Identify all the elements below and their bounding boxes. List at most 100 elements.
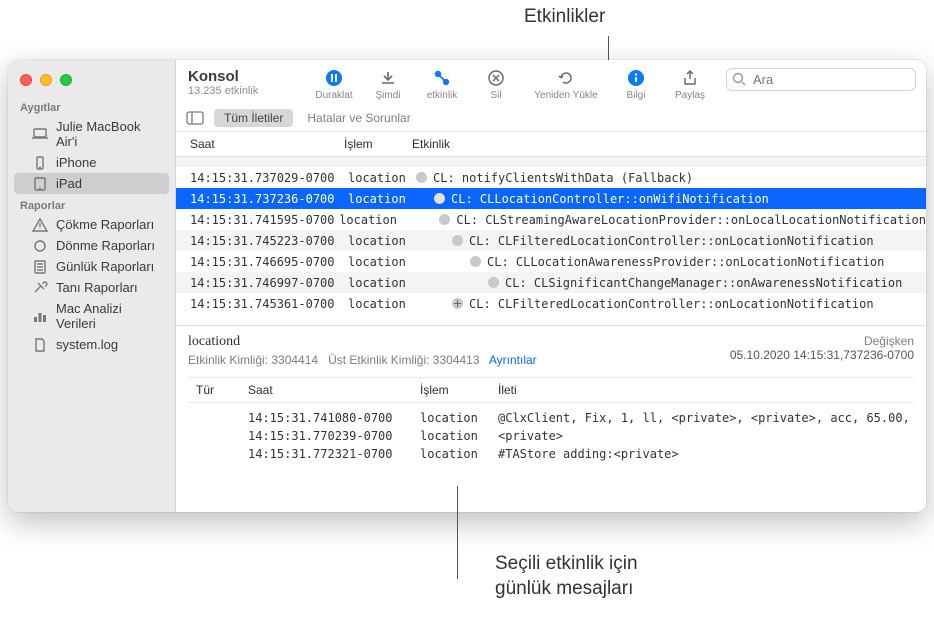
log-row[interactable]: 14:15:31.741595-0700locationCL: CLStream… xyxy=(176,209,926,230)
detail-right: Değişken 05.10.2020 14:15:31,737236-0700 xyxy=(730,334,914,362)
tools-icon xyxy=(32,281,48,295)
log-row-partial[interactable] xyxy=(176,314,926,325)
main-content: Konsol 13.235 etkinlik Duraklat Şimdi xyxy=(176,60,926,512)
activity-button[interactable]: etkinlik xyxy=(418,68,466,101)
log-row[interactable]: 14:15:31.745223-0700locationCL: CLFilter… xyxy=(176,230,926,251)
callout-activities: Etkinlikler xyxy=(524,6,605,28)
title-block: Konsol 13.235 etkinlik xyxy=(188,68,258,97)
col-message[interactable]: İleti xyxy=(498,383,914,397)
sidebar-item-label: Dönme Raporları xyxy=(56,238,155,253)
col-activity[interactable]: Etkinlik xyxy=(412,132,926,156)
expand-icon[interactable] xyxy=(452,298,463,309)
col-process[interactable]: İşlem xyxy=(344,132,412,156)
search-field[interactable] xyxy=(726,68,916,91)
sidebar-item-label: iPad xyxy=(56,176,82,191)
tablet-icon xyxy=(32,177,48,191)
console-window: Aygıtlar Julie MacBook Air'i iPhone iPad… xyxy=(8,60,926,512)
zoom-icon[interactable] xyxy=(60,74,72,86)
reload-icon xyxy=(555,68,577,88)
detail-row[interactable]: 14:15:31.772321-0700location#TAStore add… xyxy=(188,445,914,463)
log-row[interactable]: 14:15:31.745361-0700locationCL: CLFilter… xyxy=(176,293,926,314)
detail-table-body[interactable]: 14:15:31.741080-0700location@ClxClient, … xyxy=(188,403,914,463)
sidebar-item-ipad[interactable]: iPad xyxy=(14,173,169,194)
delete-icon xyxy=(485,68,507,88)
phone-icon xyxy=(32,156,48,170)
now-button[interactable]: Şimdi xyxy=(364,68,412,101)
window-title: Konsol xyxy=(188,68,258,85)
log-row[interactable]: 14:15:31.737236-0700locationCL: CLLocati… xyxy=(176,188,926,209)
info-icon xyxy=(625,68,647,88)
col-time[interactable]: Saat xyxy=(248,383,420,397)
delete-button[interactable]: Sil xyxy=(472,68,520,101)
share-button[interactable]: Paylaş xyxy=(666,68,714,101)
toolbar: Konsol 13.235 etkinlik Duraklat Şimdi xyxy=(176,60,926,105)
pause-button[interactable]: Duraklat xyxy=(310,68,358,101)
sidebar-toggle-button[interactable] xyxy=(186,110,206,126)
log-row[interactable]: 14:15:31.737029-0700locationCL: notifyCl… xyxy=(176,167,926,188)
sidebar-item-label: Mac Analizi Verileri xyxy=(56,301,159,331)
share-icon xyxy=(679,68,701,88)
filter-all-messages[interactable]: Tüm İletiler xyxy=(214,109,293,127)
sidebar-item-crash[interactable]: Çökme Raporları xyxy=(14,214,169,235)
sidebar-item-spin[interactable]: Dönme Raporları xyxy=(14,235,169,256)
chart-icon xyxy=(32,309,48,323)
toolbar-label: Yeniden Yükle xyxy=(534,90,597,101)
now-icon xyxy=(377,68,399,88)
bullet-icon xyxy=(434,193,445,204)
laptop-icon xyxy=(32,127,48,141)
log-row[interactable]: 14:15:31.746695-0700locationCL: CLLocati… xyxy=(176,251,926,272)
sidebar-section-devices: Aygıtlar xyxy=(8,96,175,116)
activity-icon xyxy=(431,68,453,88)
minimize-icon[interactable] xyxy=(40,74,52,86)
bullet-icon xyxy=(439,214,450,225)
log-row-partial[interactable] xyxy=(176,157,926,167)
search-input[interactable] xyxy=(726,68,916,91)
detail-subtitle: Etkinlik Kimliği: 3304414 Üst Etkinlik K… xyxy=(188,353,537,367)
document-icon xyxy=(32,260,48,274)
detail-row[interactable]: 14:15:31.770239-0700location<private> xyxy=(188,427,914,445)
sidebar-item-diag[interactable]: Tanı Raporları xyxy=(14,277,169,298)
details-link[interactable]: Ayrıntılar xyxy=(489,353,537,367)
filter-errors[interactable]: Hatalar ve Sorunlar xyxy=(301,109,416,127)
pause-icon xyxy=(323,68,345,88)
log-table-header: Saat İşlem Etkinlik xyxy=(176,132,926,157)
col-time[interactable]: Saat xyxy=(186,132,344,156)
info-button[interactable]: Bilgi xyxy=(612,68,660,101)
sidebar-item-label: Julie MacBook Air'i xyxy=(56,119,159,149)
sidebar: Aygıtlar Julie MacBook Air'i iPhone iPad… xyxy=(8,60,176,512)
detail-table-header: Tür Saat İşlem İleti xyxy=(188,377,914,403)
window-subtitle: 13.235 etkinlik xyxy=(188,85,258,97)
log-table-body[interactable]: 14:15:31.737029-0700locationCL: notifyCl… xyxy=(176,157,926,325)
sidebar-section-reports: Raporlar xyxy=(8,194,175,214)
sidebar-item-label: Günlük Raporları xyxy=(56,259,154,274)
window-controls xyxy=(8,68,175,96)
toolbar-label: Bilgi xyxy=(627,90,646,101)
sidebar-item-label: iPhone xyxy=(56,155,96,170)
sidebar-item-analytics[interactable]: Mac Analizi Verileri xyxy=(14,298,169,334)
col-type[interactable]: Tür xyxy=(196,383,248,397)
sidebar-item-macbook[interactable]: Julie MacBook Air'i xyxy=(14,116,169,152)
sidebar-toggle-icon xyxy=(186,111,204,125)
sidebar-item-label: Tanı Raporları xyxy=(56,280,138,295)
search-icon xyxy=(732,72,746,86)
filter-bar: Tüm İletiler Hatalar ve Sorunlar xyxy=(176,105,926,132)
close-icon[interactable] xyxy=(20,74,32,86)
sidebar-item-log[interactable]: Günlük Raporları xyxy=(14,256,169,277)
detail-pane: locationd Etkinlik Kimliği: 3304414 Üst … xyxy=(176,325,926,467)
col-process[interactable]: İşlem xyxy=(420,383,498,397)
bullet-icon xyxy=(470,256,481,267)
toolbar-label: Duraklat xyxy=(315,90,352,101)
reload-button[interactable]: Yeniden Yükle xyxy=(526,68,606,101)
sidebar-item-label: Çökme Raporları xyxy=(56,217,154,232)
sidebar-item-iphone[interactable]: iPhone xyxy=(14,152,169,173)
toolbar-label: etkinlik xyxy=(427,90,458,101)
file-icon xyxy=(32,338,48,352)
sidebar-item-syslog[interactable]: system.log xyxy=(14,334,169,355)
warning-icon xyxy=(32,218,48,232)
sidebar-item-label: system.log xyxy=(56,337,118,352)
toolbar-label: Şimdi xyxy=(375,90,400,101)
log-row[interactable]: 14:15:31.746997-0700locationCL: CLSignif… xyxy=(176,272,926,293)
callout-log-messages: Seçili etkinlik için günlük mesajları xyxy=(495,552,638,601)
detail-title: locationd xyxy=(188,334,537,350)
detail-row[interactable]: 14:15:31.741080-0700location@ClxClient, … xyxy=(188,409,914,427)
